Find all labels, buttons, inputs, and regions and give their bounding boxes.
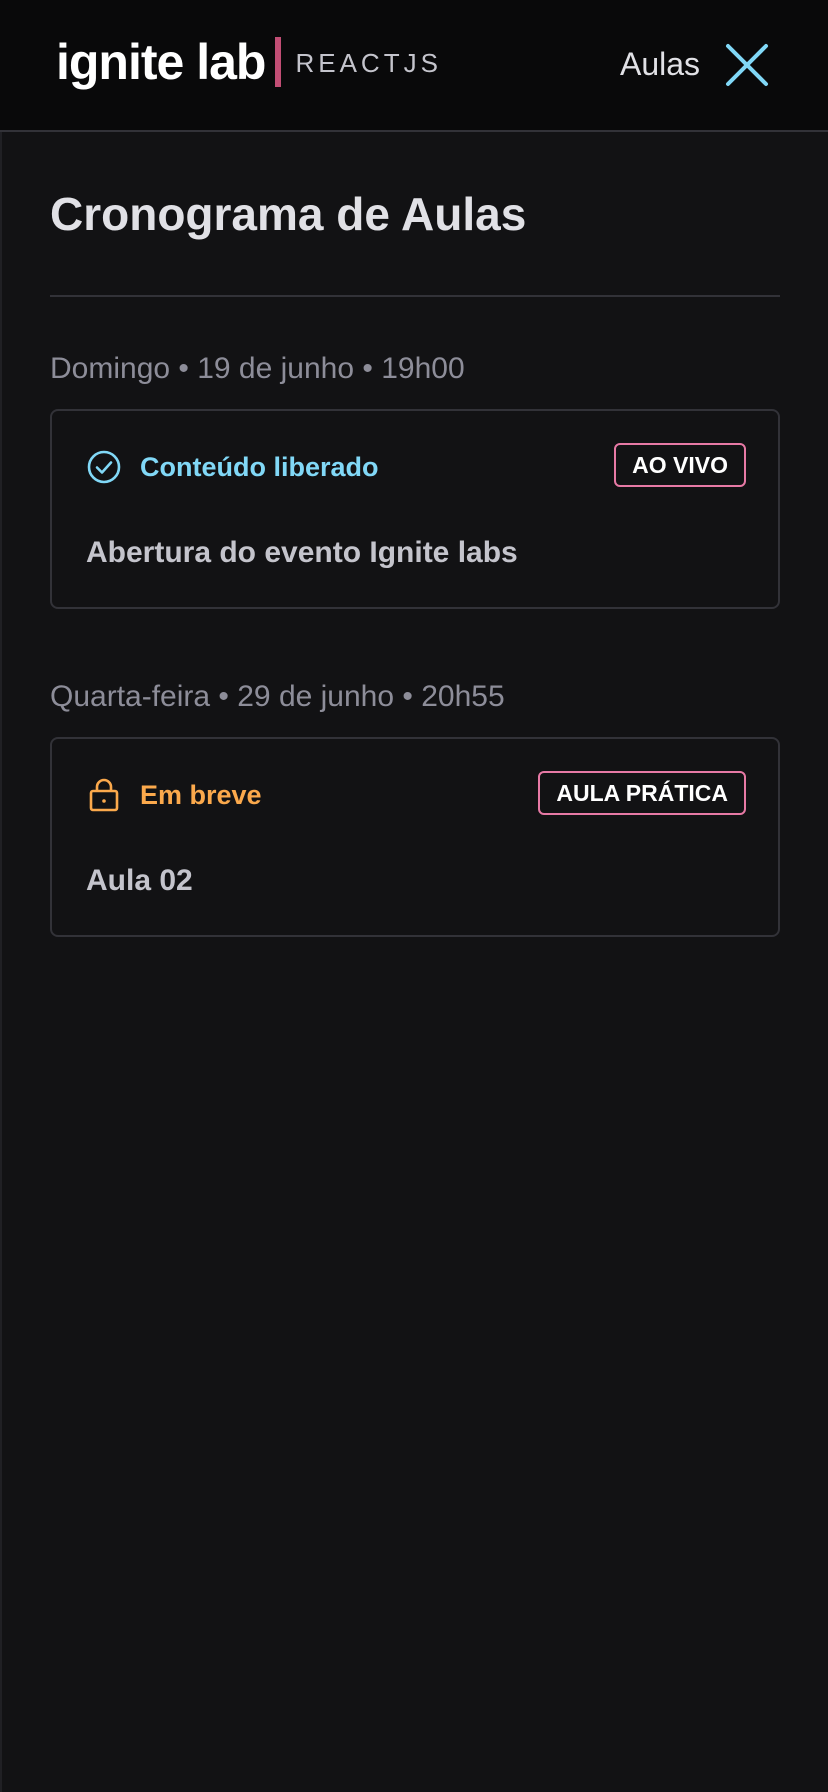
lesson-date: Quarta-feira • 29 de junho • 20h55 [50, 680, 505, 713]
lesson-type-badge: AO VIVO [614, 443, 746, 487]
lesson-title: Abertura do evento Ignite labs [86, 536, 518, 569]
lessons-menu-label[interactable]: Aulas [620, 44, 700, 84]
sidebar-border [0, 132, 2, 1792]
lesson-status: Conteúdo liberado [86, 447, 379, 487]
title-divider [50, 295, 780, 297]
lesson-type-badge: AULA PRÁTICA [538, 771, 746, 815]
lesson-card[interactable]: Conteúdo liberado AO VIVO Abertura do ev… [50, 409, 780, 609]
logo-divider [275, 37, 282, 87]
lesson-status-label: Conteúdo liberado [140, 452, 379, 482]
lesson-card[interactable]: Em breve AULA PRÁTICA Aula 02 [50, 737, 780, 937]
logo-subtitle: REACTJS [295, 48, 442, 78]
close-icon[interactable] [724, 42, 770, 88]
page-title: Cronograma de Aulas [50, 188, 527, 240]
logo[interactable]: ignite lab REACTJS [56, 32, 442, 92]
lesson-date: Domingo • 19 de junho • 19h00 [50, 352, 465, 385]
app-header: ignite lab REACTJS Aulas [0, 0, 828, 132]
check-circle-icon [87, 450, 121, 484]
lesson-status: Em breve [86, 775, 262, 815]
lock-icon [89, 778, 119, 812]
logo-wordmark: ignite lab [56, 34, 266, 90]
lesson-title: Aula 02 [86, 864, 193, 897]
lesson-status-label: Em breve [140, 780, 262, 810]
